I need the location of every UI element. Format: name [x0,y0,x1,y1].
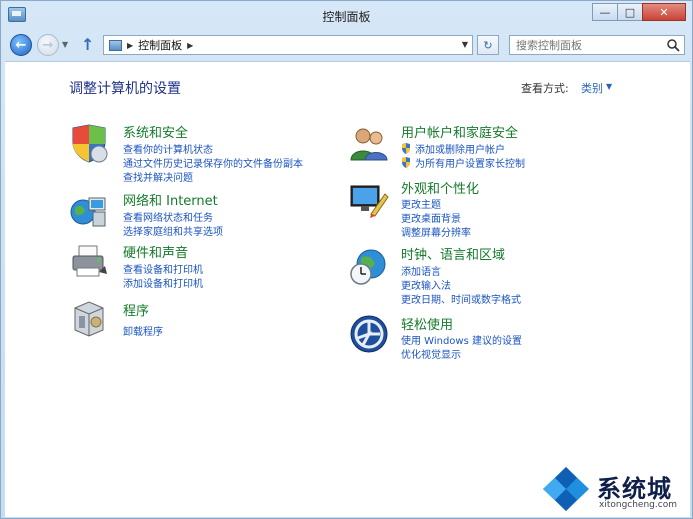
printer-icon[interactable] [69,242,109,282]
breadcrumb-control-panel[interactable]: 控制面板 [138,37,182,53]
category-title-system-security[interactable]: 系统和安全 [123,122,188,141]
security-shield-icon[interactable] [69,124,109,164]
control-panel-window: 控制面板 — □ ✕ ← → ▼ ↑ ▶ 控制面板 ▶ ▼ ↻ 调整计算机的设置… [0,0,693,519]
link-uninstall-program[interactable]: 卸载程序 [123,323,163,338]
title-bar[interactable]: 控制面板 — □ ✕ [1,1,692,29]
clock-globe-icon[interactable] [349,246,389,286]
link-find-fix-problems[interactable]: 查找并解决问题 [123,169,193,184]
appearance-icon[interactable] [349,180,389,220]
category-title-appearance[interactable]: 外观和个性化 [401,178,479,197]
view-by-dropdown[interactable]: 类别 [581,80,603,96]
link-view-computer-status[interactable]: 查看你的计算机状态 [123,141,213,156]
category-title-programs[interactable]: 程序 [123,300,149,319]
watermark-name: 系统城 [597,475,672,503]
category-title-clock-language-region[interactable]: 时钟、语言和区域 [401,244,505,263]
breadcrumb-separator-icon[interactable]: ▶ [187,41,193,50]
maximize-button[interactable]: □ [617,3,643,21]
up-arrow-icon[interactable]: ↑ [81,35,94,54]
address-bar[interactable]: ▶ 控制面板 ▶ ▼ [103,35,473,55]
link-add-remove-accounts[interactable]: 添加或删除用户帐户 [401,141,505,156]
search-icon[interactable] [666,38,680,52]
forward-button[interactable]: → [37,34,59,56]
link-homegroup-sharing[interactable]: 选择家庭组和共享选项 [123,223,223,238]
link-windows-recommended-settings[interactable]: 使用 Windows 建议的设置 [401,332,522,347]
uac-shield-icon [402,143,410,154]
view-by-label: 查看方式: [521,82,569,95]
link-add-device-printer[interactable]: 添加设备和打印机 [123,275,203,290]
uac-shield-icon [402,157,410,168]
address-dropdown-icon[interactable]: ▼ [462,40,468,49]
link-adjust-resolution[interactable]: 调整屏幕分辨率 [401,224,471,239]
close-button[interactable]: ✕ [642,3,686,21]
chevron-down-icon[interactable]: ▼ [606,82,612,91]
navigation-bar: ← → ▼ ↑ ▶ 控制面板 ▶ ▼ ↻ [1,31,692,59]
programs-box-icon[interactable] [69,298,109,338]
watermark-logo-icon [543,467,589,511]
link-add-language[interactable]: 添加语言 [401,263,441,278]
link-change-theme[interactable]: 更改主题 [401,196,441,211]
link-view-devices-printers[interactable]: 查看设备和打印机 [123,261,203,276]
category-title-network-internet[interactable]: 网络和 Internet [123,190,218,209]
page-title: 调整计算机的设置 [69,81,181,97]
link-view-network-status[interactable]: 查看网络状态和任务 [123,209,213,224]
window-title: 控制面板 [322,10,371,24]
refresh-button[interactable]: ↻ [477,35,499,55]
link-change-date-time-format[interactable]: 更改日期、时间或数字格式 [401,291,521,306]
watermark-url: xitongcheng.com [599,500,677,510]
search-input[interactable] [509,35,685,55]
back-button[interactable]: ← [10,34,32,56]
link-change-input-method[interactable]: 更改输入法 [401,277,451,292]
network-globe-icon[interactable] [69,190,109,230]
category-title-ease-of-access[interactable]: 轻松使用 [401,314,453,333]
recent-locations-dropdown[interactable]: ▼ [62,40,68,49]
category-title-user-accounts[interactable]: 用户帐户和家庭安全 [401,122,518,141]
watermark: 系统城 xitongcheng.com [541,461,691,517]
main-content: 调整计算机的设置 查看方式: 类别 ▼ 系统和安全 查看你的计算机状态 通过文件… [5,61,690,517]
users-icon[interactable] [349,122,389,162]
link-change-desktop-background[interactable]: 更改桌面背景 [401,210,461,225]
category-title-hardware-sound[interactable]: 硬件和声音 [123,242,188,261]
control-panel-small-icon [109,39,122,51]
breadcrumb-separator-icon[interactable]: ▶ [127,41,133,50]
link-parental-controls[interactable]: 为所有用户设置家长控制 [401,155,525,170]
ease-of-access-icon[interactable] [349,314,389,354]
link-parental-controls-label: 为所有用户设置家长控制 [415,159,525,170]
minimize-button[interactable]: — [592,3,618,21]
link-file-history-backup[interactable]: 通过文件历史记录保存你的文件备份副本 [123,155,303,170]
link-optimize-visual-display[interactable]: 优化视觉显示 [401,346,461,361]
